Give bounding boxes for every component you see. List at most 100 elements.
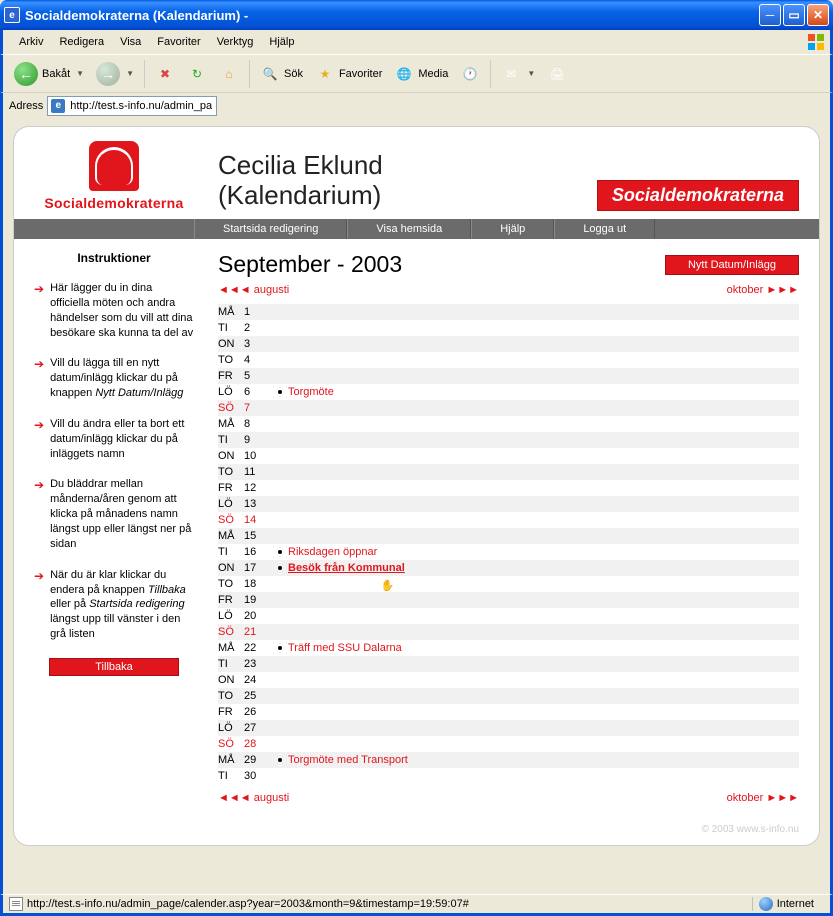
day-number: 1 (244, 306, 270, 318)
event-link[interactable]: Träff med SSU Dalarna (288, 642, 402, 654)
weekday-label: ON (218, 338, 244, 350)
weekday-label: FR (218, 482, 244, 494)
day-number: 8 (244, 418, 270, 430)
document-icon (9, 897, 23, 911)
day-number: 13 (244, 498, 270, 510)
stop-button[interactable]: ✖ (150, 61, 180, 87)
search-button[interactable]: 🔍 Sök (255, 61, 308, 87)
calendar-row: LÖ20 (218, 608, 799, 624)
back-button[interactable]: ← Bakåt ▼ (9, 59, 89, 89)
ie-icon: e (4, 7, 20, 23)
instruction-item: ➔Du bläddrar mellan månderna/åren genom … (34, 477, 194, 551)
page-card: Socialdemokraterna Cecilia Eklund(Kalend… (13, 126, 820, 846)
day-number: 20 (244, 610, 270, 622)
calendar-row: SÖ14 (218, 512, 799, 528)
tillbaka-button[interactable]: Tillbaka (49, 658, 179, 676)
statusbar: http://test.s-info.nu/admin_page/calende… (0, 894, 833, 916)
day-number: 17 (244, 562, 270, 574)
event-cell: Besök från Kommunal✋ (270, 555, 799, 582)
calendar-grid: MÅ1TI2ON3TO4FR5LÖ6TorgmöteSÖ7MÅ8TI9ON10T… (218, 304, 799, 784)
page-title: Cecilia Eklund(Kalendarium) (218, 151, 573, 211)
calendar-row: FR26 (218, 704, 799, 720)
separator (144, 60, 145, 88)
mail-button[interactable]: ✉▼ (496, 61, 540, 87)
refresh-button[interactable]: ↻ (182, 61, 212, 87)
hand-cursor-icon: ✋ (381, 579, 395, 592)
day-number: 25 (244, 690, 270, 702)
weekday-label: FR (218, 370, 244, 382)
weekday-label: FR (218, 594, 244, 606)
logo-block: Socialdemokraterna (34, 141, 194, 211)
instruction-item: ➔Vill du ändra eller ta bort ett datum/i… (34, 417, 194, 462)
maximize-button[interactable]: ▭ (783, 4, 805, 26)
event-link[interactable]: Torgmöte (288, 386, 334, 398)
calendar-row: FR5 (218, 368, 799, 384)
event-link[interactable]: Besök från Kommunal (288, 562, 405, 574)
calendar-row: MÅ1 (218, 304, 799, 320)
home-button[interactable]: ⌂ (214, 61, 244, 87)
day-number: 30 (244, 770, 270, 782)
day-number: 21 (244, 626, 270, 638)
menubar: Arkiv Redigera Visa Favoriter Verktyg Hj… (0, 30, 833, 54)
nav-hjalp[interactable]: Hjälp (471, 219, 554, 239)
close-button[interactable]: ✕ (807, 4, 829, 26)
nav-logga-ut[interactable]: Logga ut (554, 219, 655, 239)
nav-startsida[interactable]: Startsida redigering (194, 219, 347, 239)
print-button[interactable]: 🖨 (542, 61, 572, 87)
prev-month-link[interactable]: ◄◄◄ augusti (218, 284, 289, 296)
next-month-link-bottom[interactable]: oktober ►►► (727, 792, 799, 804)
nav-visa-hemsida[interactable]: Visa hemsida (347, 219, 471, 239)
weekday-label: TI (218, 658, 244, 670)
brand-button[interactable]: Socialdemokraterna (597, 180, 799, 211)
instruction-item: ➔Här lägger du in dina officiella möten … (34, 281, 194, 340)
day-number: 11 (244, 466, 270, 478)
stop-icon: ✖ (155, 64, 175, 84)
media-button[interactable]: 🌐Media (389, 61, 453, 87)
prev-month-link-bottom[interactable]: ◄◄◄ augusti (218, 792, 289, 804)
calendar-row: ON3 (218, 336, 799, 352)
back-arrow-icon: ← (14, 62, 38, 86)
menu-arkiv[interactable]: Arkiv (11, 33, 51, 51)
back-label: Bakåt (42, 68, 70, 80)
menu-redigera[interactable]: Redigera (51, 33, 112, 51)
bullet-icon (278, 758, 282, 762)
calendar-row: SÖ28 (218, 736, 799, 752)
event-cell: Torgmöte med Transport (270, 754, 799, 766)
menu-hjalp[interactable]: Hjälp (261, 33, 302, 51)
instruction-text: Vill du lägga till en nytt datum/inlägg … (50, 356, 194, 401)
forward-button[interactable]: → ▼ (91, 59, 139, 89)
menu-favoriter[interactable]: Favoriter (149, 33, 208, 51)
day-number: 14 (244, 514, 270, 526)
menu-visa[interactable]: Visa (112, 33, 149, 51)
address-input[interactable] (47, 96, 217, 116)
minimize-button[interactable]: ─ (759, 4, 781, 26)
chevron-down-icon: ▼ (126, 69, 134, 78)
calendar-row: MÅ8 (218, 416, 799, 432)
day-number: 27 (244, 722, 270, 734)
calendar-row: TI2 (218, 320, 799, 336)
calendar-row: SÖ7 (218, 400, 799, 416)
day-number: 2 (244, 322, 270, 334)
search-icon: 🔍 (260, 64, 280, 84)
new-entry-button[interactable]: Nytt Datum/Inlägg (665, 255, 799, 275)
weekday-label: MÅ (218, 418, 244, 430)
event-link[interactable]: Torgmöte med Transport (288, 754, 408, 766)
status-text: http://test.s-info.nu/admin_page/calende… (27, 898, 469, 910)
calendar-row: TI23 (218, 656, 799, 672)
calendar-row: FR12 (218, 480, 799, 496)
history-button[interactable]: 🕐 (455, 61, 485, 87)
day-number: 12 (244, 482, 270, 494)
weekday-label: TI (218, 434, 244, 446)
favorites-button[interactable]: ★Favoriter (310, 61, 387, 87)
bullet-icon (278, 646, 282, 650)
search-label: Sök (284, 68, 303, 80)
globe-icon (759, 897, 773, 911)
browser-viewport[interactable]: Socialdemokraterna Cecilia Eklund(Kalend… (0, 118, 833, 894)
calendar-row: TI9 (218, 432, 799, 448)
windows-flag-icon (806, 32, 826, 52)
weekday-label: ON (218, 674, 244, 686)
home-icon: ⌂ (219, 64, 239, 84)
menu-verktyg[interactable]: Verktyg (209, 33, 262, 51)
day-number: 15 (244, 530, 270, 542)
next-month-link[interactable]: oktober ►►► (727, 284, 799, 296)
